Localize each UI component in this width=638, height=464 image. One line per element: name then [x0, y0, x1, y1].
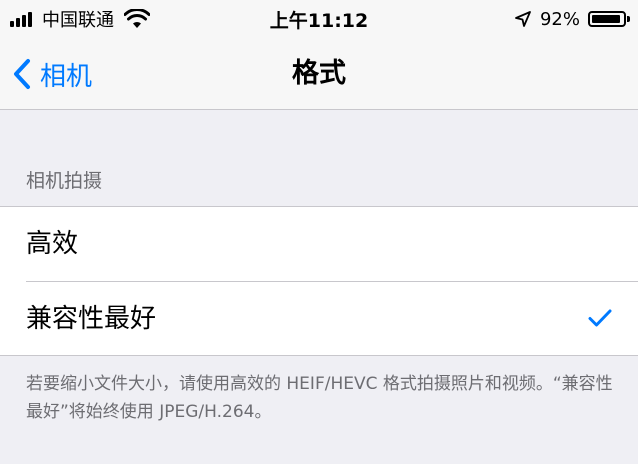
option-label: 兼容性最好: [26, 304, 157, 334]
battery-cap: [627, 16, 630, 22]
checkmark-icon: [588, 309, 612, 327]
option-label: 高效: [26, 229, 79, 259]
page-title: 格式: [292, 58, 346, 89]
status-right: 92%: [514, 6, 630, 32]
section-footer: 若要缩小文件大小，请使用高效的 HEIF/HEVC 格式拍摄照片和视频。“兼容性…: [26, 374, 613, 422]
option-high-efficiency[interactable]: 高效: [0, 207, 638, 282]
battery-percent: 92%: [539, 8, 580, 30]
format-options-group: 高效 兼容性最好: [0, 206, 638, 356]
location-icon: [515, 11, 531, 27]
option-most-compatible[interactable]: 兼容性最好: [0, 282, 638, 356]
section-header: 相机拍摄: [26, 170, 103, 192]
navigation-bar: 相机 格式: [0, 40, 638, 110]
battery-fill: [592, 15, 620, 23]
battery-icon: [588, 11, 630, 27]
status-bar: 中国联通 上午11:12 92%: [0, 0, 638, 40]
